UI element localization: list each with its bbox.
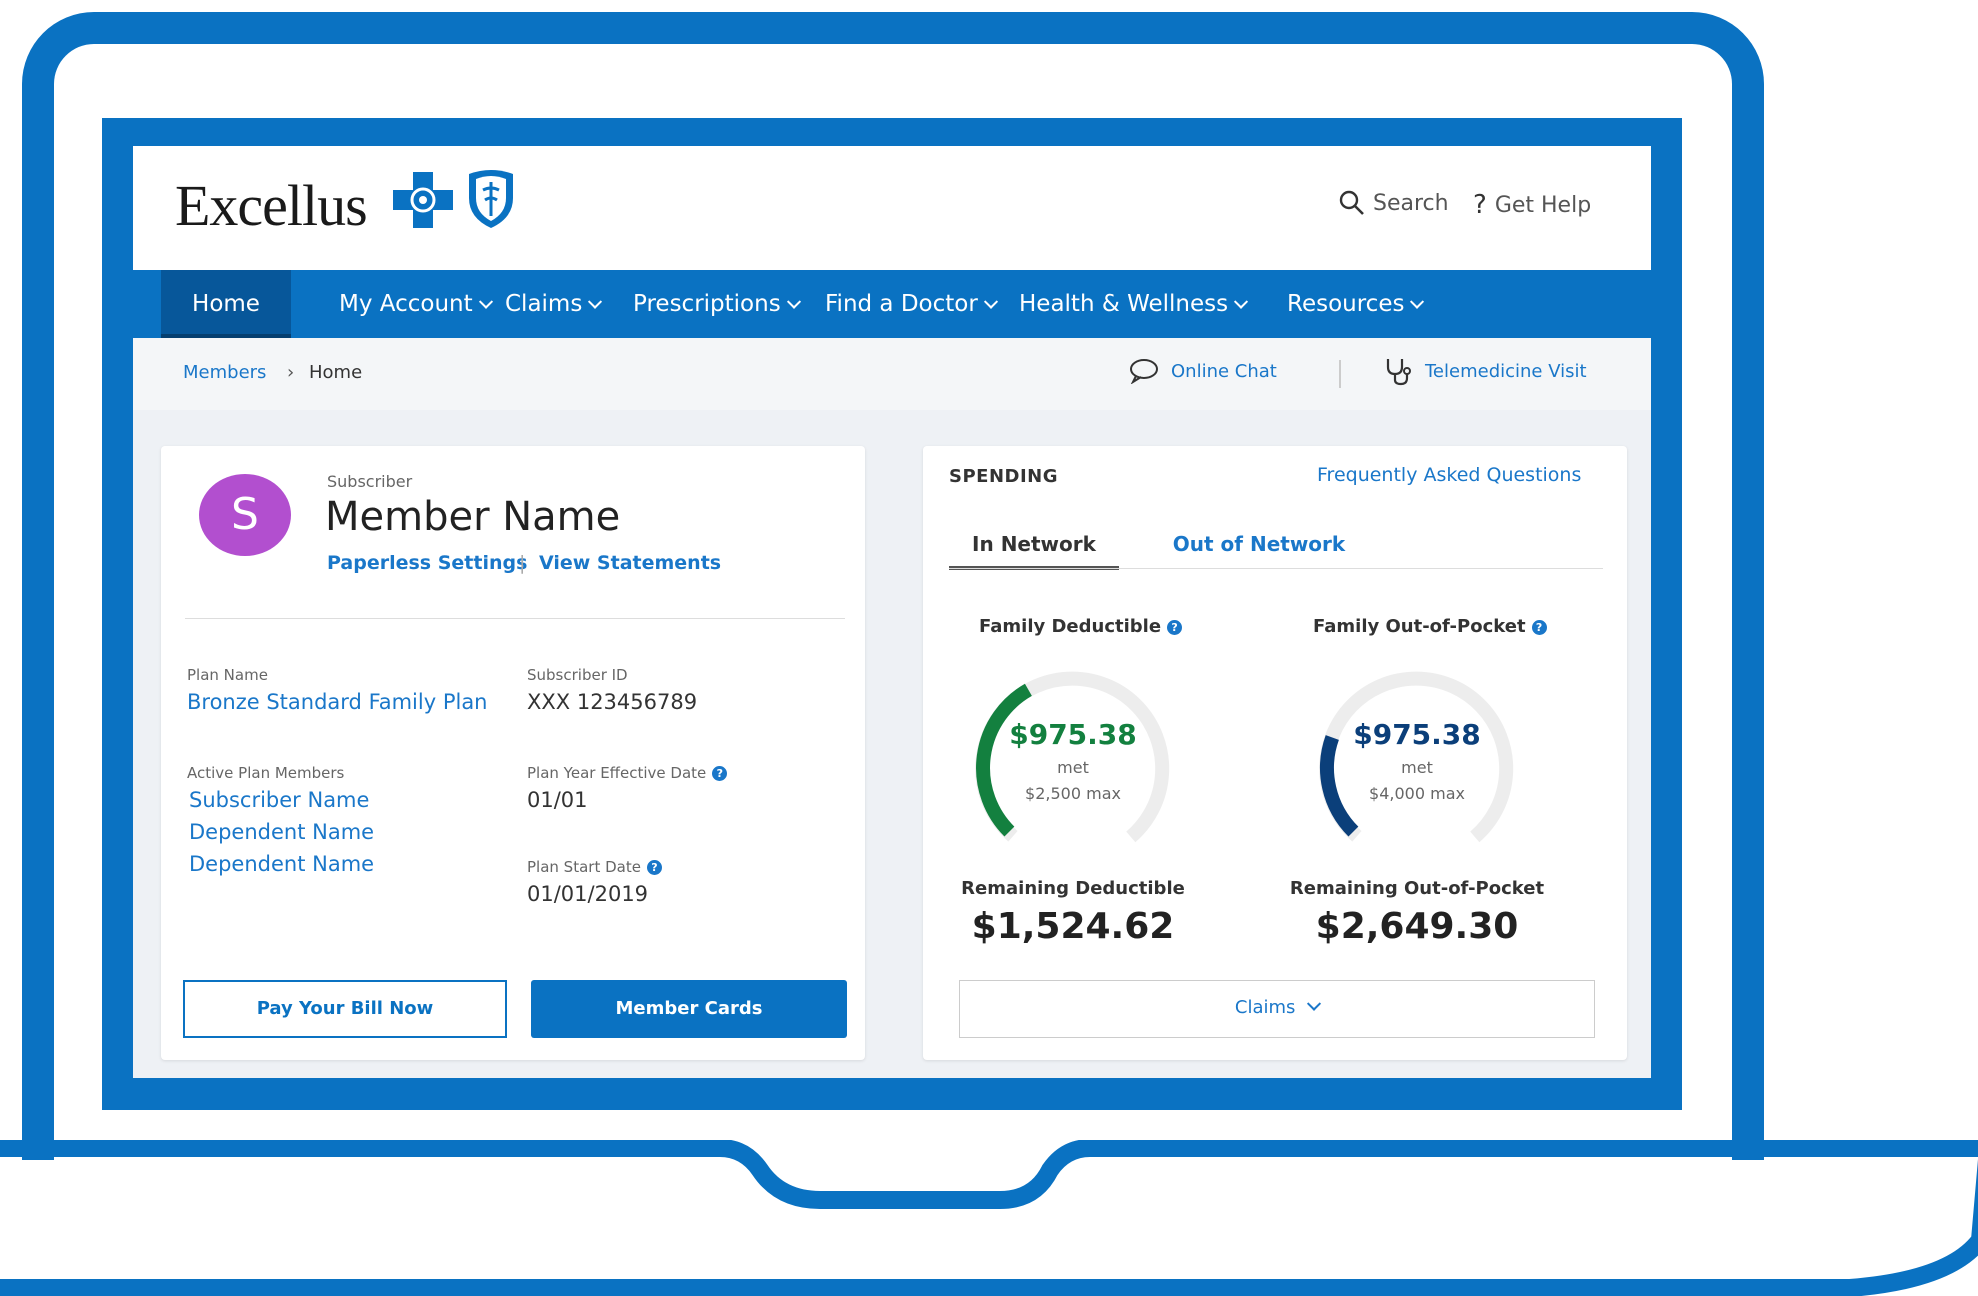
start-date-value: 01/01/2019 — [527, 882, 649, 906]
faq-link[interactable]: Frequently Asked Questions — [1317, 464, 1581, 486]
subscriber-id-value: XXX 123456789 — [527, 690, 698, 714]
chevron-down-icon — [1410, 294, 1425, 309]
tab-rule — [949, 568, 1603, 569]
nav-claims[interactable]: Claims — [505, 270, 603, 338]
nav-resources[interactable]: Resources — [1287, 270, 1425, 338]
member-card: S Subscriber Member Name Paperless Setti… — [161, 446, 865, 1060]
start-date-label: Plan Start Date — [527, 858, 641, 876]
active-member-link[interactable]: Dependent Name — [189, 852, 374, 876]
spending-card: SPENDING Frequently Asked Questions In N… — [923, 446, 1627, 1060]
subscriber-role-label: Subscriber — [327, 472, 413, 491]
stethoscope-icon — [1386, 359, 1411, 386]
tab-out-of-network[interactable]: Out of Network — [1149, 532, 1369, 556]
oop-met-amount: $975.38 — [1353, 718, 1481, 751]
member-cards-button[interactable]: Member Cards — [531, 980, 847, 1038]
effective-date-value: 01/01 — [527, 788, 588, 812]
plan-name-label: Plan Name — [187, 666, 268, 684]
active-member-link[interactable]: Dependent Name — [189, 820, 374, 844]
view-statements-link[interactable]: View Statements — [539, 552, 721, 574]
effective-date-label: Plan Year Effective Date — [527, 764, 707, 782]
nav-my-account[interactable]: My Account — [339, 270, 493, 338]
nav-home[interactable]: Home — [161, 270, 291, 338]
nav-prescriptions[interactable]: Prescriptions — [633, 270, 801, 338]
chevron-down-icon — [1307, 996, 1322, 1011]
oop-met-label: met — [1401, 758, 1433, 777]
chevron-down-icon — [1234, 294, 1249, 309]
tab-in-network[interactable]: In Network — [949, 532, 1119, 556]
search-icon — [1339, 190, 1364, 215]
nav-find-a-doctor[interactable]: Find a Doctor — [825, 270, 998, 338]
question-mark-icon: ? — [1473, 190, 1487, 220]
avatar: S — [199, 474, 291, 556]
plan-name-link[interactable]: Bronze Standard Family Plan — [187, 690, 488, 714]
deductible-max: $2,500 max — [1025, 784, 1121, 803]
deductible-title: Family Deductible — [979, 616, 1162, 637]
breadcrumb-bar: Members › Home Online Chat Telemedicine … — [133, 338, 1651, 410]
paperless-settings-link[interactable]: Paperless Settings — [327, 552, 527, 574]
breadcrumb-members[interactable]: Members — [183, 362, 266, 383]
active-member-link[interactable]: Subscriber Name — [189, 788, 369, 812]
chevron-down-icon — [588, 294, 603, 309]
get-help-link[interactable]: ? Get Help — [1473, 190, 1591, 220]
member-name: Member Name — [325, 494, 621, 540]
start-date-label-row: Plan Start Date? — [527, 858, 662, 876]
blue-shield-logo-icon — [469, 170, 513, 228]
active-members-label: Active Plan Members — [187, 764, 345, 782]
link-divider: | — [519, 552, 526, 574]
subscriber-id-label: Subscriber ID — [527, 666, 628, 684]
claims-dropdown-button[interactable]: Claims — [959, 980, 1595, 1038]
get-help-label: Get Help — [1494, 192, 1592, 218]
info-icon[interactable]: ? — [1531, 619, 1547, 635]
chevron-down-icon — [983, 294, 998, 309]
info-icon[interactable]: ? — [1167, 619, 1183, 635]
info-icon[interactable]: ? — [646, 860, 662, 875]
nav-health-wellness[interactable]: Health & Wellness — [1019, 270, 1249, 338]
nav-home-label: Home — [192, 291, 260, 317]
search-link[interactable]: Search — [1339, 190, 1449, 216]
effective-date-label-row: Plan Year Effective Date? — [527, 764, 728, 782]
remaining-deductible-value: $1,524.62 — [971, 906, 1175, 947]
chat-bubble-icon — [1130, 359, 1158, 384]
laptop-base — [0, 1140, 1978, 1296]
chevron-down-icon — [786, 294, 801, 309]
remaining-oop-value: $2,649.30 — [1315, 906, 1519, 947]
search-label: Search — [1373, 190, 1449, 216]
breadcrumb-separator: › — [287, 362, 295, 383]
deductible-met-amount: $975.38 — [1009, 718, 1137, 751]
telemedicine-label: Telemedicine Visit — [1425, 360, 1587, 382]
main-nav: Home My Account Claims Prescriptions Fin… — [133, 270, 1651, 338]
online-chat-label: Online Chat — [1171, 360, 1277, 382]
nav-find-a-doctor-label: Find a Doctor — [825, 291, 978, 317]
nav-prescriptions-label: Prescriptions — [633, 291, 781, 317]
oop-max: $4,000 max — [1369, 784, 1465, 803]
nav-my-account-label: My Account — [339, 291, 473, 317]
blue-cross-logo-icon — [393, 172, 453, 228]
nav-resources-label: Resources — [1287, 291, 1405, 317]
screen: Excellus Search ? Get Help Home My Accou… — [133, 146, 1651, 1078]
online-chat-link[interactable]: Online Chat — [1129, 358, 1277, 384]
divider — [1339, 360, 1341, 388]
brand-logo-text[interactable]: Excellus — [175, 172, 368, 239]
info-icon[interactable]: ? — [712, 766, 728, 781]
remaining-deductible-label: Remaining Deductible — [961, 878, 1185, 899]
remaining-oop-label: Remaining Out-of-Pocket — [1289, 878, 1545, 899]
site-header: Excellus Search ? Get Help — [133, 146, 1651, 270]
nav-health-wellness-label: Health & Wellness — [1019, 291, 1229, 317]
pay-bill-button[interactable]: Pay Your Bill Now — [183, 980, 507, 1038]
spending-title: SPENDING — [949, 466, 1058, 487]
oop-title: Family Out-of-Pocket — [1313, 616, 1526, 637]
nav-claims-label: Claims — [505, 291, 583, 317]
chevron-down-icon — [478, 294, 493, 309]
oop-title-row: Family Out-of-Pocket? — [1313, 616, 1547, 637]
claims-button-label: Claims — [1234, 997, 1296, 1018]
divider — [185, 618, 845, 619]
breadcrumb-current: Home — [309, 362, 363, 383]
deductible-title-row: Family Deductible? — [979, 616, 1183, 637]
telemedicine-link[interactable]: Telemedicine Visit — [1383, 356, 1587, 386]
deductible-met-label: met — [1057, 758, 1089, 777]
